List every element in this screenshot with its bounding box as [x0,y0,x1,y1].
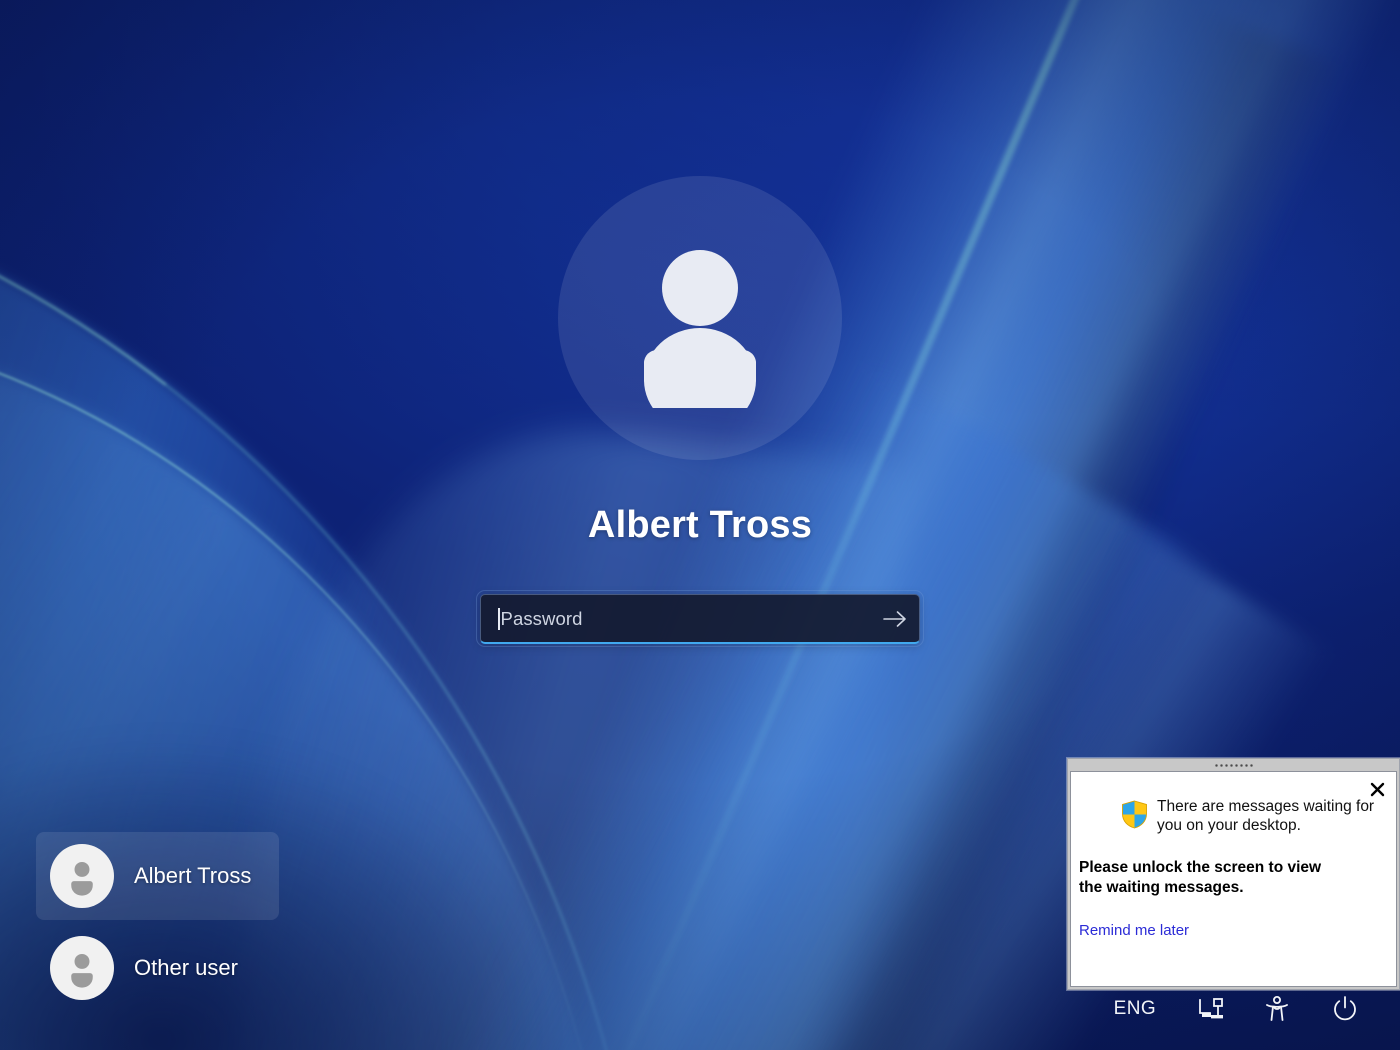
dialog-instruction: Please unlock the screen to view the wai… [1079,858,1322,896]
avatar [50,844,114,908]
password-input[interactable] [499,607,871,630]
ideri-notification-dialog[interactable]: There are messages waiting for you on yo… [1067,758,1400,990]
power-button[interactable] [1330,992,1360,1026]
drag-grip-icon [1213,763,1254,767]
network-button[interactable] [1196,992,1224,1026]
list-item[interactable]: Albert Tross [36,832,280,920]
language-label: ENG [1113,998,1156,1019]
ethernet-network-icon [1199,998,1223,1019]
remind-me-later-link[interactable]: Remind me later [1079,922,1189,939]
accessibility-icon [1266,996,1288,1021]
dialog-drag-handle[interactable] [1068,759,1399,771]
list-item[interactable]: Other user [36,924,279,1012]
dialog-content: There are messages waiting for you on yo… [1079,798,1386,940]
user-avatar-icon [71,954,93,988]
windows-defender-shield-icon [1122,800,1147,829]
submit-button[interactable] [871,595,919,643]
list-item-label: Other user [134,955,238,980]
dialog-body: There are messages waiting for you on yo… [1070,771,1397,987]
language-button[interactable]: ENG [1114,992,1156,1026]
power-icon [1334,996,1356,1021]
dialog-message-row: There are messages waiting for you on yo… [1121,798,1386,836]
close-icon [1370,782,1384,796]
system-tray: ENG [1114,992,1360,1026]
user-list: Albert Tross Other user [36,832,280,1012]
page-title: Albert Tross [587,504,813,546]
avatar [50,936,114,1000]
list-item-label: Albert Tross [134,863,252,888]
user-avatar-icon [71,862,93,896]
dialog-message: There are messages waiting for you on yo… [1157,798,1375,834]
password-field-container[interactable] [476,590,924,647]
user-avatar-icon [644,250,756,408]
avatar [558,176,842,460]
login-panel: Albert Tross [0,176,1400,647]
accessibility-button[interactable] [1264,992,1290,1026]
arrow-right-icon [883,610,906,627]
